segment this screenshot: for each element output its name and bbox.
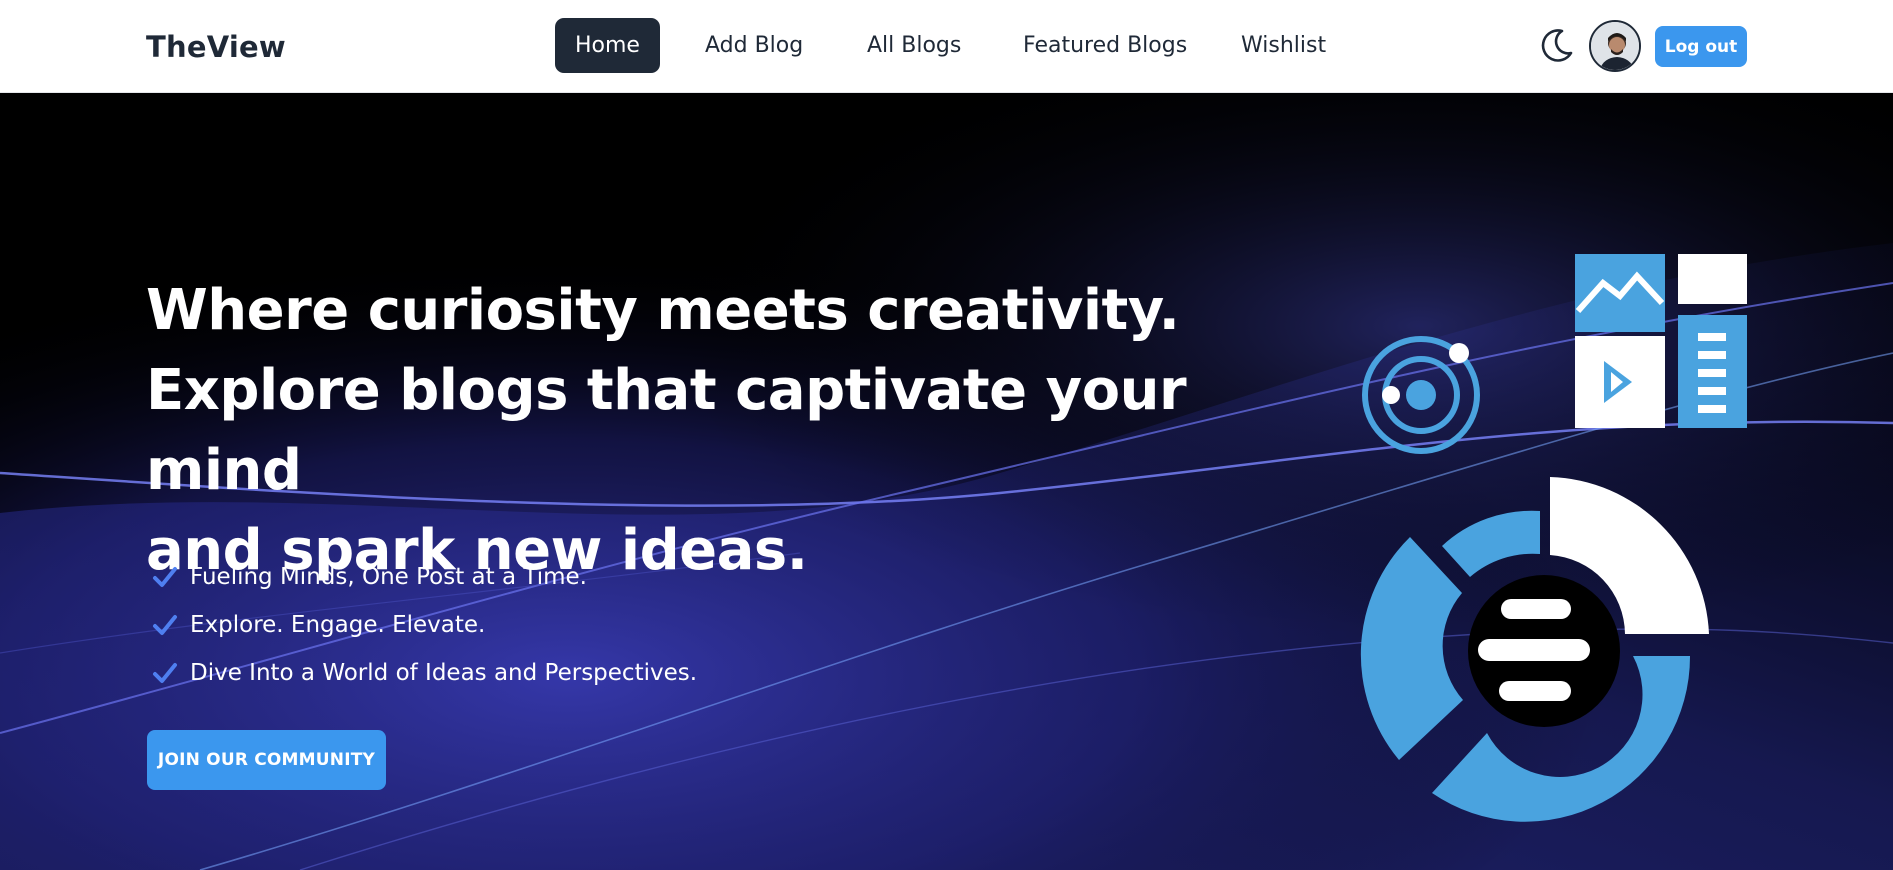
nav-link-wishlist[interactable]: Wishlist — [1241, 18, 1326, 73]
nav-link-home[interactable]: Home — [555, 18, 660, 73]
check-icon — [153, 567, 177, 587]
nav-link-add-blog[interactable]: Add Blog — [705, 18, 803, 73]
hero-section: Where curiosity meets creativity. Explor… — [0, 93, 1893, 870]
brand-logo[interactable]: TheView — [146, 30, 286, 64]
moon-icon[interactable] — [1540, 28, 1574, 62]
logout-button[interactable]: Log out — [1655, 26, 1747, 67]
nav-link-all-blogs[interactable]: All Blogs — [867, 18, 961, 73]
nav-link-featured-blogs[interactable]: Featured Blogs — [1023, 18, 1187, 73]
feature-item: Explore. Engage. Elevate. — [152, 601, 697, 649]
feature-item: Fueling Minds, One Post at a Time. — [152, 553, 697, 601]
user-avatar[interactable] — [1589, 20, 1641, 72]
check-icon — [153, 615, 177, 635]
feature-item: Dive Into a World of Ideas and Perspecti… — [152, 649, 697, 697]
headline-line-2: Explore blogs that captivate your mind — [146, 358, 1187, 503]
headline-line-1: Where curiosity meets creativity. — [146, 278, 1180, 343]
feature-text: Fueling Minds, One Post at a Time. — [190, 564, 587, 590]
feature-text: Explore. Engage. Elevate. — [190, 612, 486, 638]
feature-list: Fueling Minds, One Post at a Time. Explo… — [152, 553, 697, 697]
join-community-button[interactable]: JOIN OUR COMMUNITY — [147, 730, 386, 790]
top-navbar: TheView Home Add Blog All Blogs Featured… — [0, 0, 1893, 93]
hero-headline: Where curiosity meets creativity. Explor… — [146, 271, 1266, 591]
check-icon — [153, 663, 177, 683]
feature-text: Dive Into a World of Ideas and Perspecti… — [190, 660, 698, 686]
